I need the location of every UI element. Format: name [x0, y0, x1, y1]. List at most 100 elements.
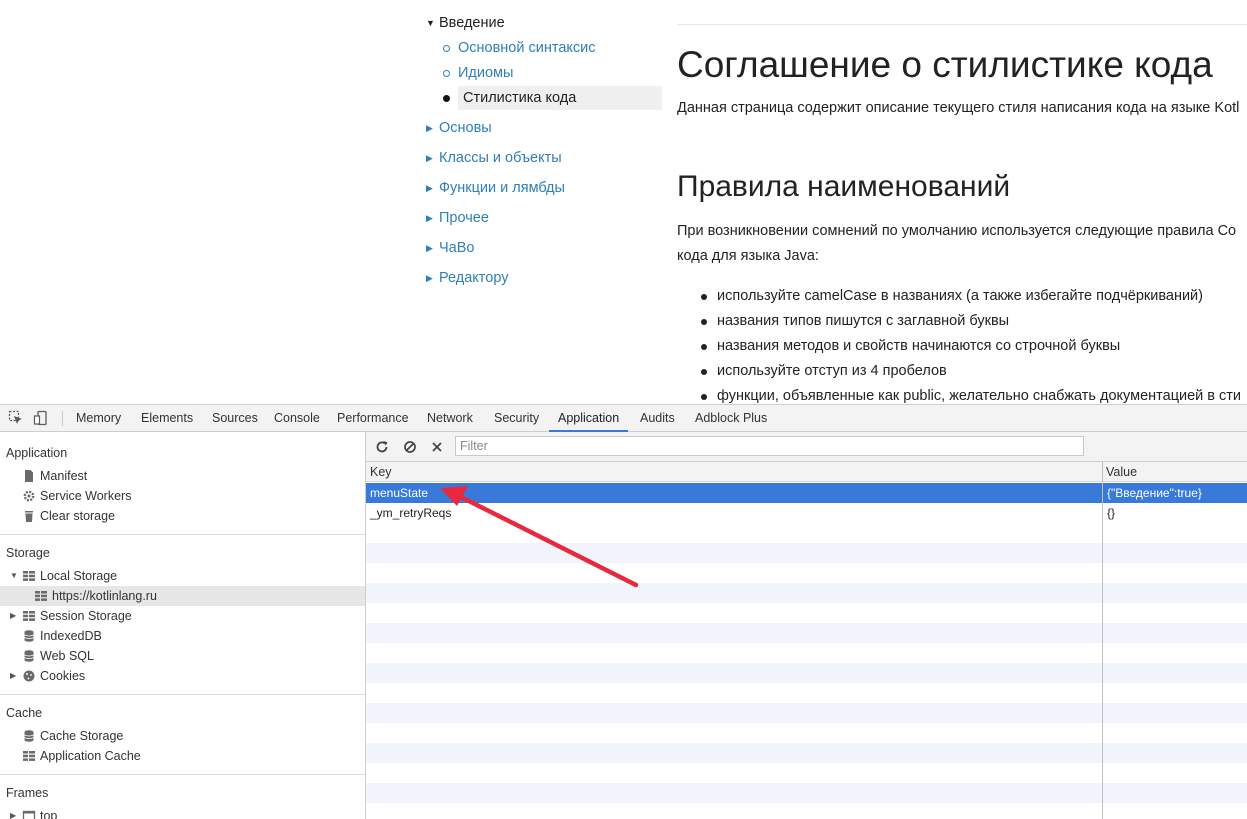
page-title: Соглашение о стилистике кода: [677, 44, 1213, 85]
frame-icon: [22, 809, 36, 819]
cell-key[interactable]: _ym_retryReqs: [370, 503, 451, 523]
empty-row: [366, 563, 1247, 583]
section-title-storage: Storage: [6, 546, 50, 560]
column-divider[interactable]: [1102, 462, 1103, 819]
database-icon: [22, 629, 36, 643]
column-header-key[interactable]: Key: [370, 462, 392, 482]
nav-section-label: Прочее: [439, 210, 489, 226]
table-icon: [22, 609, 36, 623]
nav-subitem-coding-conventions[interactable]: Стилистика кода: [438, 86, 662, 110]
clear-all-icon[interactable]: [402, 439, 418, 455]
storage-view: Key Value menuState {"Введение":true} _y…: [366, 432, 1247, 819]
empty-row: [366, 683, 1247, 703]
empty-row: [366, 643, 1247, 663]
storage-table: Key Value menuState {"Введение":true} _y…: [366, 462, 1247, 819]
cell-value[interactable]: {"Введение":true}: [1107, 483, 1202, 503]
nav-section-label: Введение: [439, 15, 505, 31]
device-toolbar-icon[interactable]: [33, 410, 49, 426]
triangle-right-icon: ▶: [426, 183, 433, 193]
empty-row: [366, 763, 1247, 783]
intro-paragraph: Данная страница содержит описание текуще…: [677, 100, 1240, 116]
database-icon: [22, 649, 36, 663]
list-item: названия методов и свойств начинаются со…: [717, 338, 1121, 354]
nav-section-label: Редактору: [439, 270, 509, 286]
application-sidebar: Application Manifest Service Workers Cle…: [0, 432, 366, 819]
triangle-down-icon: ▼: [426, 18, 435, 28]
nav-subitem-idioms[interactable]: Идиомы: [438, 61, 662, 85]
triangle-right-icon: ▶: [426, 213, 433, 223]
tab-sources[interactable]: Sources: [212, 405, 258, 432]
column-header-value[interactable]: Value: [1106, 462, 1137, 482]
tab-adblock-plus[interactable]: Adblock Plus: [695, 405, 767, 432]
empty-row: [366, 523, 1247, 543]
divider: [0, 534, 365, 535]
empty-row: [366, 803, 1247, 819]
sidebar-item-label: Application Cache: [40, 749, 141, 763]
expand-right-icon: ▶: [10, 671, 17, 680]
circle-bullet-icon: [443, 45, 450, 52]
empty-row: [366, 623, 1247, 643]
tab-elements[interactable]: Elements: [141, 405, 193, 432]
divider: [677, 24, 1247, 25]
sidebar-item-label: Manifest: [40, 469, 88, 483]
bullet-icon: [701, 319, 707, 325]
refresh-icon[interactable]: [374, 439, 390, 455]
sidebar-item-label: top: [40, 809, 58, 819]
trash-icon: [22, 509, 36, 523]
triangle-right-icon: ▶: [426, 243, 433, 253]
expand-right-icon: ▶: [10, 611, 17, 620]
cookie-icon: [22, 669, 36, 683]
divider: [62, 411, 63, 426]
empty-row: [366, 783, 1247, 803]
cell-key[interactable]: menuState: [370, 483, 428, 503]
bullet-icon: [701, 294, 707, 300]
tab-network[interactable]: Network: [427, 405, 473, 432]
list-item: используйте отступ из 4 пробелов: [717, 363, 947, 379]
bullet-icon: [701, 344, 707, 350]
disc-bullet-icon: [443, 95, 450, 102]
sidebar-item-label: Cookies: [40, 669, 86, 683]
nav-section-label: ЧаВо: [439, 240, 475, 256]
cell-value[interactable]: {}: [1107, 503, 1115, 523]
tab-audits[interactable]: Audits: [640, 405, 675, 432]
nav-section-label: Функции и лямбды: [439, 180, 565, 196]
section-title-application: Application: [6, 446, 68, 460]
inspect-element-icon[interactable]: [8, 410, 24, 426]
tab-memory[interactable]: Memory: [76, 405, 121, 432]
expand-right-icon: ▶: [10, 811, 17, 819]
devtools-panel: Memory Elements Sources Console Performa…: [0, 404, 1247, 819]
divider: [0, 774, 365, 775]
section-title-cache: Cache: [6, 706, 43, 720]
sidebar-item-label: Service Workers: [40, 489, 132, 503]
filter-input[interactable]: [455, 436, 1084, 456]
nav-subitem-label: Идиомы: [458, 65, 514, 81]
web-page: ▼ Введение Основной синтаксис Идиомы Сти…: [0, 0, 1247, 404]
tab-application[interactable]: Application: [549, 405, 629, 432]
triangle-right-icon: ▶: [426, 153, 433, 163]
delete-selected-icon[interactable]: [429, 439, 445, 455]
empty-row: [366, 663, 1247, 683]
table-header: Key Value: [366, 462, 1247, 482]
bullet-icon: [701, 394, 707, 400]
nav-section-label: Основы: [439, 120, 492, 136]
section-paragraph-line: кода для языка Java:: [677, 248, 819, 264]
sidebar-item-label: Cache Storage: [40, 729, 124, 743]
table-icon: [34, 589, 48, 603]
sidebar-item-local-storage[interactable]: ▼ Local Storage: [10, 566, 360, 586]
empty-row: [366, 703, 1247, 723]
sidebar-item-label: IndexedDB: [40, 629, 102, 643]
table-row[interactable]: _ym_retryReqs {}: [366, 503, 1247, 523]
tab-performance[interactable]: Performance: [337, 405, 409, 432]
table-row[interactable]: menuState {"Введение":true}: [366, 483, 1247, 503]
nav-subitem-basic-syntax[interactable]: Основной синтаксис: [438, 36, 662, 60]
bullet-icon: [701, 369, 707, 375]
tab-security[interactable]: Security: [494, 405, 539, 432]
tab-console[interactable]: Console: [274, 405, 320, 432]
section-heading: Правила наименований: [677, 170, 1011, 203]
table-icon: [22, 569, 36, 583]
document-icon: [22, 469, 36, 483]
divider: [0, 694, 365, 695]
list-item: функции, объявленные как public, желател…: [717, 388, 1242, 404]
circle-bullet-icon: [443, 70, 450, 77]
empty-row: [366, 543, 1247, 563]
